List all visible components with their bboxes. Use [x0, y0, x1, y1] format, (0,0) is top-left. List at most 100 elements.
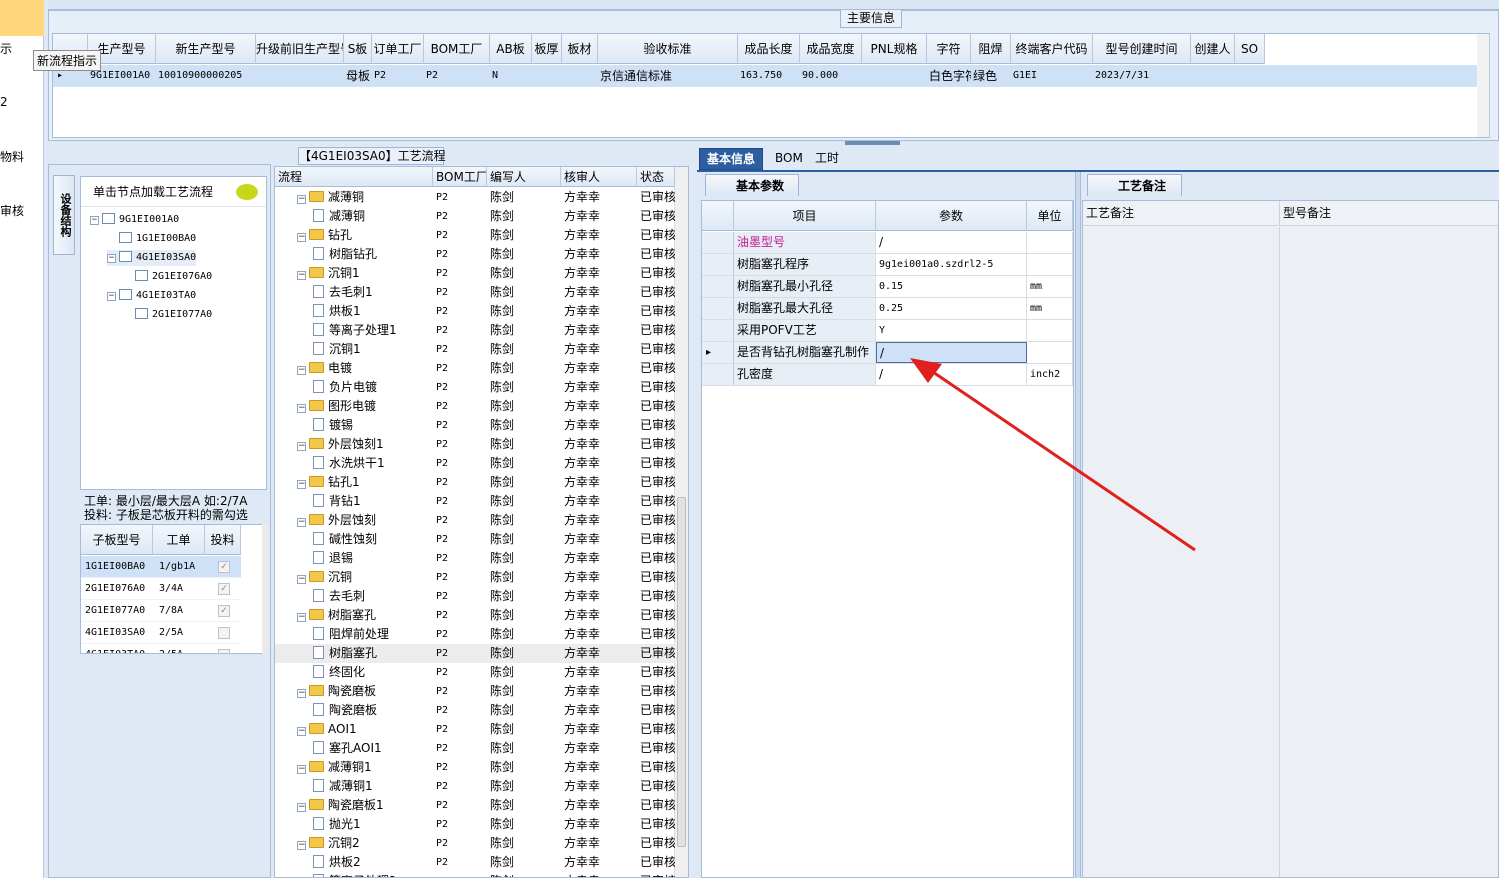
process-factory-cell[interactable]: P2 [436, 872, 487, 877]
process-status-cell[interactable]: 已审核 [640, 739, 675, 758]
param-row[interactable]: 采用POFV工艺 Y [702, 320, 1073, 342]
process-status-cell[interactable]: 已审核 [640, 321, 675, 340]
process-writer-cell[interactable]: 陈剑 [490, 416, 561, 435]
process-row[interactable]: − 减薄铜 P2 陈剑 方幸幸 已审核 [275, 188, 675, 207]
column-header[interactable]: 状态 [637, 167, 675, 187]
work-order[interactable]: 1/gb1A [159, 556, 195, 578]
process-row[interactable]: 去毛刺 P2 陈剑 方幸幸 已审核 [275, 587, 675, 606]
process-status-cell[interactable]: 已审核 [640, 568, 675, 587]
process-writer-cell[interactable]: 陈剑 [490, 758, 561, 777]
process-reviewer-cell[interactable]: 方幸幸 [564, 397, 637, 416]
process-row[interactable]: − 图形电镀 P2 陈剑 方幸幸 已审核 [275, 397, 675, 416]
table-cell[interactable]: 10010900000205 [158, 65, 256, 87]
process-factory-cell[interactable]: P2 [436, 321, 487, 340]
tree-node[interactable]: − 9G1EI001A0 [90, 212, 179, 228]
process-name-cell[interactable]: − 电镀 [297, 359, 433, 378]
process-row[interactable]: 去毛刺1 P2 陈剑 方幸幸 已审核 [275, 283, 675, 302]
process-writer-cell[interactable]: 陈剑 [490, 587, 561, 606]
process-name-cell[interactable]: 退锡 [313, 549, 433, 568]
process-row[interactable]: − 沉铜1 P2 陈剑 方幸幸 已审核 [275, 264, 675, 283]
process-name-cell[interactable]: 碱性蚀刻 [313, 530, 433, 549]
process-name-cell[interactable]: − 外层蚀刻1 [297, 435, 433, 454]
process-scrollbar[interactable] [674, 167, 688, 877]
column-header[interactable]: 板材 [562, 34, 598, 64]
process-status-cell[interactable]: 已审核 [640, 359, 675, 378]
process-writer-cell[interactable]: 陈剑 [490, 530, 561, 549]
process-name-cell[interactable]: 阻焊前处理 [313, 625, 433, 644]
process-row[interactable]: − 外层蚀刻1 P2 陈剑 方幸幸 已审核 [275, 435, 675, 454]
process-status-cell[interactable]: 已审核 [640, 815, 675, 834]
process-row[interactable]: 减薄铜1 P2 陈剑 方幸幸 已审核 [275, 777, 675, 796]
process-row[interactable]: 抛光1 P2 陈剑 方幸幸 已审核 [275, 815, 675, 834]
process-status-cell[interactable]: 已审核 [640, 264, 675, 283]
process-writer-cell[interactable]: 陈剑 [490, 739, 561, 758]
column-header[interactable]: SO [1235, 34, 1265, 64]
process-writer-cell[interactable]: 陈剑 [490, 872, 561, 877]
process-status-cell[interactable]: 已审核 [640, 587, 675, 606]
process-factory-cell[interactable]: P2 [436, 663, 487, 682]
process-reviewer-cell[interactable]: 方幸幸 [564, 739, 637, 758]
left-nav-item[interactable]: 审核 [0, 202, 24, 219]
collapse-toggle-icon[interactable]: − [297, 195, 306, 204]
process-status-cell[interactable]: 已审核 [640, 435, 675, 454]
table-cell[interactable] [1237, 65, 1265, 87]
process-reviewer-cell[interactable]: 方幸幸 [564, 226, 637, 245]
process-factory-cell[interactable]: P2 [436, 644, 487, 663]
process-row[interactable]: 退锡 P2 陈剑 方幸幸 已审核 [275, 549, 675, 568]
process-factory-cell[interactable]: P2 [436, 549, 487, 568]
process-name-cell[interactable]: 塞孔AOI1 [313, 739, 433, 758]
process-row[interactable]: 等离子处理2 P2陈剑方幸幸已审核 [275, 872, 675, 877]
process-reviewer-cell[interactable]: 方幸幸 [564, 188, 637, 207]
process-writer-cell[interactable]: 陈剑 [490, 606, 561, 625]
process-row[interactable]: 镀锡 P2 陈剑 方幸幸 已审核 [275, 416, 675, 435]
table-cell[interactable] [534, 65, 562, 87]
expand-toggle-icon[interactable]: − [107, 292, 116, 301]
process-name-cell[interactable]: − AOI1 [297, 720, 433, 739]
process-writer-cell[interactable]: 陈剑 [490, 283, 561, 302]
process-status-cell[interactable]: 已审核 [640, 872, 675, 877]
process-reviewer-cell[interactable]: 方幸幸 [564, 511, 637, 530]
process-factory-cell[interactable]: P2 [436, 511, 487, 530]
process-writer-cell[interactable]: 陈剑 [490, 796, 561, 815]
column-header[interactable]: 验收标准 [598, 34, 738, 64]
process-name-cell[interactable]: 抛光1 [313, 815, 433, 834]
column-header[interactable]: S板 [344, 34, 372, 64]
process-reviewer-cell[interactable]: 方幸幸 [564, 853, 637, 872]
column-header[interactable]: BOM工厂 [424, 34, 490, 64]
subboard-model[interactable]: 2G1EI077A0 [85, 600, 145, 622]
process-factory-cell[interactable]: P2 [436, 606, 487, 625]
process-name-cell[interactable]: 负片电镀 [313, 378, 433, 397]
process-reviewer-cell[interactable]: 方幸幸 [564, 701, 637, 720]
process-status-cell[interactable]: 已审核 [640, 796, 675, 815]
column-header[interactable]: BOM工厂 [433, 167, 487, 187]
process-status-cell[interactable]: 已审核 [640, 777, 675, 796]
process-reviewer-cell[interactable]: 方幸幸 [564, 644, 637, 663]
process-reviewer-cell[interactable]: 方幸幸 [564, 606, 637, 625]
table-cell[interactable]: 京信通信标准 [600, 65, 738, 87]
process-name-cell[interactable]: 树脂钻孔 [313, 245, 433, 264]
process-writer-cell[interactable]: 陈剑 [490, 834, 561, 853]
work-order[interactable]: 7/8A [159, 600, 183, 622]
process-reviewer-cell[interactable]: 方幸幸 [564, 492, 637, 511]
subboard-model[interactable]: 4G1EI03SA0 [85, 622, 145, 644]
process-row[interactable]: 碱性蚀刻 P2 陈剑 方幸幸 已审核 [275, 530, 675, 549]
process-name-cell[interactable]: − 沉铜2 [297, 834, 433, 853]
process-factory-cell[interactable]: P2 [436, 682, 487, 701]
process-status-cell[interactable]: 已审核 [640, 226, 675, 245]
process-factory-cell[interactable]: P2 [436, 302, 487, 321]
process-reviewer-cell[interactable]: 方幸幸 [564, 321, 637, 340]
process-status-cell[interactable]: 已审核 [640, 397, 675, 416]
process-factory-cell[interactable]: P2 [436, 359, 487, 378]
table-cell[interactable]: 163.750 [740, 65, 800, 87]
column-header[interactable]: 成品长度 [738, 34, 800, 64]
column-header[interactable]: 核审人 [561, 167, 637, 187]
process-writer-cell[interactable]: 陈剑 [490, 549, 561, 568]
process-name-cell[interactable]: 减薄铜1 [313, 777, 433, 796]
process-factory-cell[interactable]: P2 [436, 587, 487, 606]
table-cell[interactable] [258, 65, 344, 87]
process-reviewer-cell[interactable]: 方幸幸 [564, 625, 637, 644]
collapse-toggle-icon[interactable]: − [297, 442, 306, 451]
feed-checkbox[interactable]: ✓ [218, 561, 230, 573]
collapse-toggle-icon[interactable]: − [297, 480, 306, 489]
process-name-cell[interactable]: 等离子处理1 [313, 321, 433, 340]
